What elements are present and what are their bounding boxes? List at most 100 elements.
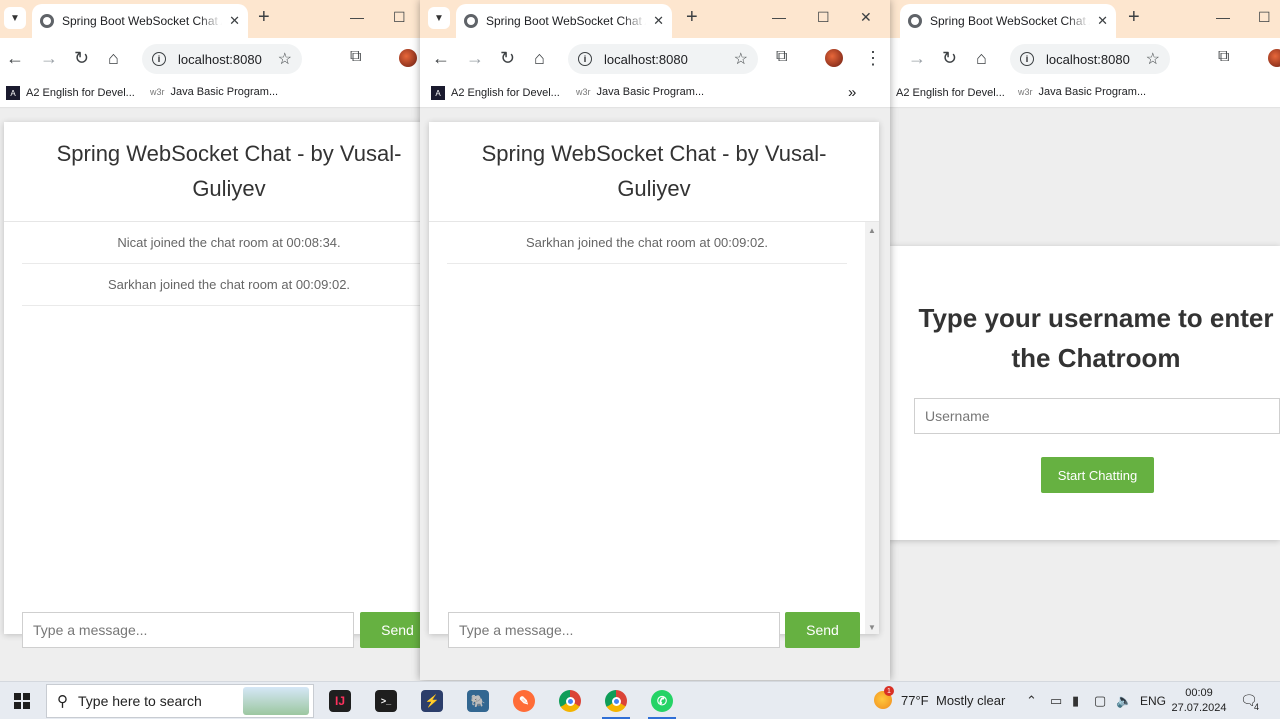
new-tab-icon[interactable]: +	[258, 6, 270, 29]
maximize-icon[interactable]: ☐	[393, 9, 406, 26]
address-bar[interactable]: i localhost:8080 ☆	[1010, 44, 1170, 74]
bookmark-java-basic[interactable]: w3r Java Basic Program...	[150, 86, 278, 98]
extensions-icon[interactable]: ⧉	[776, 48, 787, 66]
star-icon[interactable]: ☆	[1146, 49, 1160, 69]
message-input[interactable]	[448, 612, 780, 648]
browser-toolbar: ← → ↻ ⌂ i localhost:8080 ☆ ⧉	[0, 38, 420, 78]
reload-icon[interactable]: ↻	[942, 47, 957, 69]
network-icon[interactable]: ▢	[1094, 693, 1106, 709]
tab-chat-app[interactable]: Spring Boot WebSocket Chat Ap ✕	[900, 4, 1116, 38]
bookmark-label: Java Basic Program...	[596, 86, 705, 98]
extensions-icon[interactable]: ⧉	[1218, 48, 1229, 66]
forward-icon[interactable]: →	[40, 47, 58, 69]
bookmark-a2-english[interactable]: A A2 English for Devel...	[888, 86, 1005, 100]
meet-icon[interactable]: ▭	[1050, 693, 1062, 709]
chevron-up-icon[interactable]: ⌃	[1026, 693, 1037, 709]
info-icon[interactable]: i	[578, 52, 592, 66]
weather-description[interactable]: Mostly clear	[936, 693, 1005, 708]
back-icon[interactable]: ←	[432, 47, 450, 69]
taskbar-search[interactable]: ⚲ Type here to search	[46, 684, 314, 718]
language-indicator[interactable]: ENG	[1140, 694, 1166, 708]
send-button[interactable]: Send	[360, 612, 420, 648]
new-tab-icon[interactable]: +	[686, 6, 698, 29]
minimize-icon[interactable]: —	[772, 9, 786, 25]
chrome-profile-icon[interactable]	[598, 686, 634, 719]
username-input[interactable]	[914, 398, 1280, 434]
windows-start-icon[interactable]	[14, 693, 30, 709]
send-button[interactable]: Send	[785, 612, 860, 648]
star-icon[interactable]: ☆	[278, 49, 292, 69]
url-text: localhost:8080	[604, 51, 688, 67]
maximize-icon[interactable]: ☐	[817, 9, 830, 26]
address-bar[interactable]: i localhost:8080 ☆	[142, 44, 302, 74]
event-message: Sarkhan joined the chat room at 00:09:02…	[22, 264, 420, 306]
battery-icon[interactable]: ▮	[1072, 693, 1079, 709]
start-chatting-button[interactable]: Start Chatting	[1041, 457, 1154, 493]
forward-icon[interactable]: →	[908, 47, 926, 69]
reload-icon[interactable]: ↻	[74, 47, 89, 69]
more-menu-icon[interactable]: ⋮	[864, 47, 882, 69]
event-message: Sarkhan joined the chat room at 00:09:02…	[447, 222, 847, 264]
tab-chat-app[interactable]: Spring Boot WebSocket Chat Ap ✕	[456, 4, 672, 38]
close-icon[interactable]: ✕	[1097, 13, 1108, 29]
home-icon[interactable]: ⌂	[108, 47, 119, 69]
reload-icon[interactable]: ↻	[500, 47, 515, 69]
intellij-icon[interactable]: IJ	[322, 686, 358, 716]
star-icon[interactable]: ☆	[734, 49, 748, 69]
system-clock[interactable]: 00:09 27.07.2024	[1166, 686, 1232, 716]
home-icon[interactable]: ⌂	[534, 47, 545, 69]
chat-header: Spring WebSocket Chat - by Vusal-Guliyev	[4, 122, 420, 222]
profile-avatar-icon[interactable]	[825, 49, 843, 67]
weather-temperature[interactable]: 77°F	[901, 693, 929, 708]
forward-icon[interactable]: →	[466, 47, 484, 69]
profile-avatar-icon[interactable]	[399, 49, 417, 67]
info-icon[interactable]: i	[152, 52, 166, 66]
tab-strip: ▼ Spring Boot WebSocket Chat Ap ✕ + — ☐	[0, 0, 420, 38]
volume-icon[interactable]: 🔈	[1116, 693, 1132, 709]
tab-chat-app[interactable]: Spring Boot WebSocket Chat Ap ✕	[32, 4, 248, 38]
tab-search-chevron-icon[interactable]: ▼	[4, 7, 26, 29]
bookmark-java-basic[interactable]: w3r Java Basic Program...	[576, 86, 704, 98]
extensions-icon[interactable]: ⧉	[350, 48, 361, 66]
close-icon[interactable]: ✕	[229, 13, 240, 29]
bookmark-logo-icon: A	[431, 86, 445, 100]
tab-search-chevron-icon[interactable]: ▼	[428, 7, 450, 29]
chat-header: Spring WebSocket Chat - by Vusal-Guliyev	[429, 122, 879, 222]
back-icon[interactable]: ←	[6, 47, 24, 69]
scroll-down-icon[interactable]: ▼	[868, 623, 876, 632]
postgresql-icon[interactable]: 🐘	[460, 686, 496, 716]
tab-strip: ▼ Spring Boot WebSocket Chat Ap ✕ + — ☐ …	[420, 0, 890, 38]
globe-icon	[908, 14, 922, 28]
bookmark-a2-english[interactable]: A A2 English for Devel...	[6, 86, 135, 100]
home-icon[interactable]: ⌂	[976, 47, 987, 69]
close-icon[interactable]: ✕	[653, 13, 664, 29]
bookmark-java-basic[interactable]: w3r Java Basic Program...	[1018, 86, 1146, 98]
terminal-icon[interactable]: >_	[368, 686, 404, 716]
chat-title: Spring WebSocket Chat - by Vusal-Guliyev	[56, 141, 402, 201]
bookmark-label: Java Basic Program...	[170, 86, 279, 98]
bookmarks-bar: A A2 English for Devel... w3r Java Basic…	[420, 78, 890, 108]
minimize-icon[interactable]: —	[1216, 9, 1230, 25]
tab-title: Spring Boot WebSocket Chat Ap	[486, 14, 646, 28]
address-bar[interactable]: i localhost:8080 ☆	[568, 44, 758, 74]
bookmark-a2-english[interactable]: A A2 English for Devel...	[431, 86, 560, 100]
chrome-icon[interactable]	[552, 686, 588, 716]
minimize-icon[interactable]: —	[350, 9, 364, 25]
search-placeholder: Type here to search	[78, 693, 202, 709]
maximize-icon[interactable]: ☐	[1258, 9, 1271, 26]
bookmark-label: A2 English for Devel...	[451, 87, 560, 99]
message-input[interactable]	[22, 612, 354, 648]
new-tab-icon[interactable]: +	[1128, 6, 1140, 29]
more-bookmarks-chevron-icon[interactable]: »	[848, 84, 856, 101]
page-content: Spring WebSocket Chat - by Vusal-Guliyev…	[420, 109, 890, 680]
info-icon[interactable]: i	[1020, 52, 1034, 66]
network-app-icon[interactable]: ⚡	[414, 686, 450, 716]
w3r-icon: w3r	[1018, 87, 1033, 97]
message-scrollbar[interactable]: ▲ ▼	[865, 222, 879, 634]
close-window-icon[interactable]: ✕	[860, 9, 872, 26]
browser-toolbar: → ↻ ⌂ i localhost:8080 ☆ ⧉	[888, 38, 1280, 78]
postman-icon[interactable]: ✎	[506, 686, 542, 716]
scroll-up-icon[interactable]: ▲	[868, 226, 876, 235]
whatsapp-icon[interactable]: ✆	[644, 686, 680, 719]
profile-avatar-icon[interactable]	[1268, 49, 1280, 67]
